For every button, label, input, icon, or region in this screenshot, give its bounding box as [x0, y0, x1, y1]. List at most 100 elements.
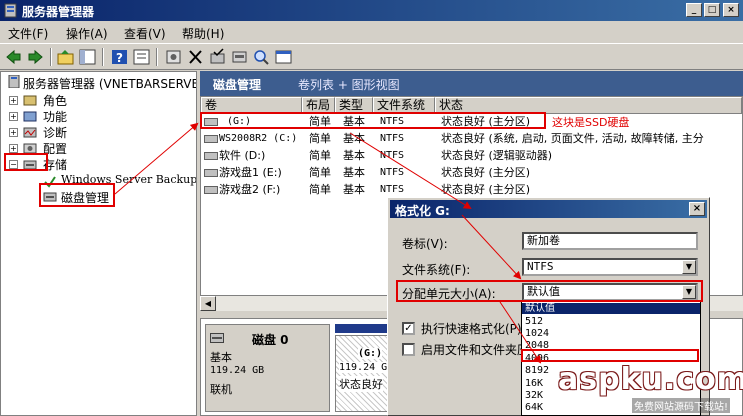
tree-root[interactable]: 服务器管理器 (VNETBARSERVER)	[23, 75, 196, 92]
close-button[interactable]: ×	[723, 3, 739, 17]
table-row[interactable]: 游戏盘2 (F:) 简单 基本 NTFS 状态良好 (主分区)	[201, 182, 742, 198]
expand-icon[interactable]: +	[9, 112, 18, 121]
expand-icon[interactable]: +	[9, 96, 18, 105]
toolbar-separator	[102, 48, 104, 66]
maximize-button[interactable]: □	[704, 3, 720, 17]
file-system-label: 文件系统(F):	[402, 263, 471, 277]
highlight-disk-management	[39, 183, 115, 207]
search-icon[interactable]	[252, 48, 271, 66]
volume-status: 状态良好 (系统, 启动, 页面文件, 活动, 故障转储, 主分	[441, 132, 704, 145]
disk-label-panel[interactable]: 磁盘 0 基本 119.24 GB 联机	[205, 324, 330, 412]
partition-size: 119.24 GB	[339, 362, 394, 373]
drive-icon	[204, 135, 218, 143]
volume-layout: 简单	[309, 132, 331, 145]
dialog-title: 格式化 G:	[395, 204, 450, 218]
volume-type: 基本	[343, 132, 365, 145]
dropdown-option[interactable]: 默认值	[522, 303, 700, 314]
highlight-4096-option	[521, 349, 699, 362]
volume-type: 基本	[343, 183, 365, 196]
up-folder-icon[interactable]	[56, 48, 75, 66]
volume-type: 基本	[343, 149, 365, 162]
back-icon[interactable]	[4, 48, 23, 66]
disk-state: 联机	[210, 383, 232, 396]
file-system-select[interactable]: NTFS ▼	[522, 258, 698, 276]
volume-type: 基本	[343, 166, 365, 179]
check-disk-icon[interactable]	[208, 48, 227, 66]
drive-icon	[204, 169, 218, 177]
menu-file[interactable]: 文件(F)	[8, 25, 48, 42]
title-bar: 服务器管理器 _ □ ×	[0, 0, 743, 21]
volume-fs: NTFS	[380, 167, 405, 178]
toolbar-separator	[50, 48, 52, 66]
expand-icon[interactable]: +	[9, 144, 18, 153]
partition-status: 状态良好	[339, 376, 383, 392]
watermark-subtitle: 免费网站源码下载站!	[632, 398, 731, 413]
navigation-tree: 服务器管理器 (VNETBARSERVER) + 角色 + 功能 + 诊断 + …	[0, 71, 197, 416]
volume-status: 状态良好 (主分区)	[441, 166, 531, 179]
show-hide-tree-icon[interactable]	[78, 48, 97, 66]
volume-layout: 简单	[309, 149, 331, 162]
dropdown-option[interactable]: 512	[522, 316, 700, 327]
table-row[interactable]: WS2008R2 (C:) 简单 基本 NTFS 状态良好 (系统, 启动, 页…	[201, 131, 742, 147]
menu-help[interactable]: 帮助(H)	[182, 25, 224, 42]
volume-name: 游戏盘2 (F:)	[219, 183, 281, 196]
features-icon	[23, 111, 37, 122]
dialog-title-bar: 格式化 G: ×	[390, 200, 707, 218]
settings-icon[interactable]	[164, 48, 183, 66]
tree-item-features[interactable]: 功能	[43, 108, 67, 125]
volume-status: 状态良好 (主分区)	[441, 183, 531, 196]
volume-fs: NTFS	[380, 184, 405, 195]
window-title: 服务器管理器	[22, 5, 95, 19]
close-icon[interactable]: ×	[689, 202, 705, 216]
properties-icon[interactable]	[132, 48, 151, 66]
chevron-down-icon[interactable]: ▼	[682, 260, 696, 274]
file-system-value: NTFS	[527, 260, 554, 273]
minimize-button[interactable]: _	[686, 3, 702, 17]
toolbar: ?	[0, 43, 743, 70]
drive-icon	[204, 152, 218, 160]
drive-icon	[204, 186, 218, 194]
pane-header: 磁盘管理 卷列表 + 图形视图	[200, 71, 743, 96]
menu-action[interactable]: 操作(A)	[66, 25, 108, 42]
help-icon[interactable]: ?	[110, 48, 129, 66]
highlight-storage	[4, 153, 48, 171]
forward-icon[interactable]	[26, 48, 45, 66]
menu-view[interactable]: 查看(V)	[124, 25, 166, 42]
expand-icon[interactable]: +	[9, 128, 18, 137]
table-row[interactable]: 软件 (D:) 简单 基本 NTFS 状态良好 (逻辑驱动器)	[201, 148, 742, 164]
disk-icon	[210, 333, 224, 343]
disk-type: 基本	[210, 351, 232, 364]
roles-icon	[23, 95, 37, 106]
highlight-volume-g	[200, 112, 546, 129]
volume-layout: 简单	[309, 183, 331, 196]
partition-name: (G:)	[358, 348, 383, 359]
compression-label: 启用文件和文件夹压	[421, 343, 530, 357]
volume-fs: NTFS	[380, 133, 405, 144]
scroll-left-icon[interactable]: ◀	[200, 296, 216, 311]
server-icon	[8, 75, 20, 88]
quick-format-checkbox[interactable]: ✓	[402, 322, 415, 335]
disk-size: 119.24 GB	[210, 365, 265, 376]
highlight-allocation-unit	[396, 280, 703, 302]
table-row[interactable]: 游戏盘1 (E:) 简单 基本 NTFS 状态良好 (主分区)	[201, 165, 742, 181]
dropdown-option[interactable]: 1024	[522, 328, 700, 339]
compression-checkbox[interactable]	[402, 343, 415, 356]
volume-fs: NTFS	[380, 150, 405, 161]
watermark-logo: aspku.com	[558, 362, 743, 397]
diagnostics-icon	[23, 127, 37, 138]
delete-icon[interactable]	[186, 48, 205, 66]
tree-item-roles[interactable]: 角色	[43, 92, 67, 109]
watermark: aspku.com 免费网站源码下载站!	[548, 362, 743, 416]
volume-name: 软件 (D:)	[219, 149, 266, 162]
disk-icon[interactable]	[230, 48, 249, 66]
tree-item-diagnostics[interactable]: 诊断	[43, 124, 67, 141]
pane-title: 磁盘管理	[213, 78, 262, 92]
toolbar-separator	[156, 48, 158, 66]
view-mode-label[interactable]: 卷列表 + 图形视图	[298, 76, 400, 93]
disk-name: 磁盘 0	[252, 333, 289, 347]
refresh-icon[interactable]	[274, 48, 293, 66]
svg-text:?: ?	[116, 51, 123, 65]
volume-label-input[interactable]: 新加卷	[522, 232, 698, 250]
ssd-annotation: 这块是SSD硬盘	[552, 116, 630, 129]
volume-label-label: 卷标(V):	[402, 237, 448, 251]
